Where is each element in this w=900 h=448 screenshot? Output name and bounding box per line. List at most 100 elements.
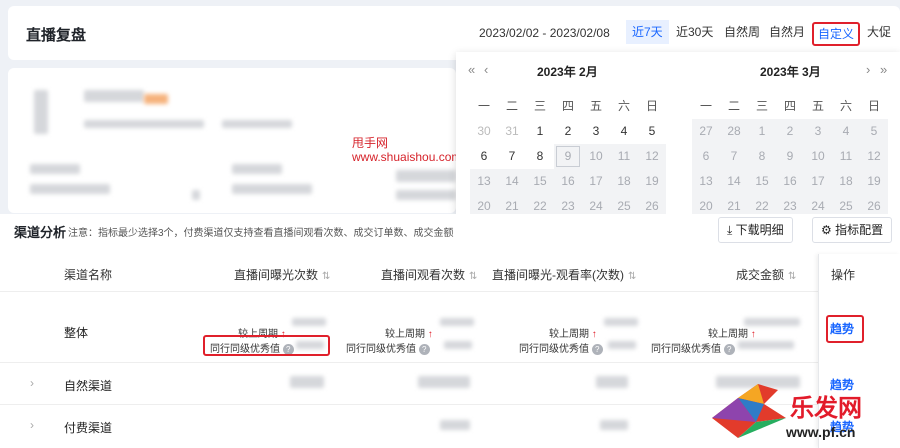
- sort-icon[interactable]: ⇅: [788, 271, 796, 282]
- logo-text: 乐发网: [790, 393, 862, 422]
- tab-natural-week[interactable]: 自然周: [718, 20, 766, 44]
- expand-chevron-icon[interactable]: ›: [30, 376, 34, 390]
- col-label: 直播间曝光次数: [234, 268, 319, 282]
- weekday: 五: [811, 99, 824, 113]
- col-rate[interactable]: 直播间曝光-观看率(次数) ⇅: [492, 266, 636, 283]
- day-cell[interactable]: 8: [526, 144, 554, 169]
- day-cell[interactable]: 6: [470, 144, 498, 169]
- weekday: 一: [699, 99, 712, 113]
- day-cell: 26: [860, 194, 888, 214]
- row-overall-name: 整体: [64, 326, 89, 340]
- day-cell: 12: [638, 144, 666, 169]
- day-cell[interactable]: 7: [498, 144, 526, 169]
- weekday: 日: [645, 99, 658, 113]
- date-range-display[interactable]: 2023/02/02 - 2023/02/08: [479, 26, 610, 40]
- day-cell: 20: [470, 194, 498, 214]
- day-cell: 19: [860, 169, 888, 194]
- live-review-page: 直播复盘 2023/02/02 - 2023/02/08 近7天 近30天 自然…: [0, 0, 900, 448]
- day-cell: 6: [692, 144, 720, 169]
- sort-icon[interactable]: ⇅: [322, 271, 330, 282]
- day-cell[interactable]: 4: [610, 119, 638, 144]
- next-year-icon[interactable]: »: [880, 62, 887, 77]
- peer-label: 同行同级优秀值: [519, 344, 589, 355]
- metric-config-label: 指标配置: [835, 223, 884, 237]
- watermark-url: www.shuaishou.com: [352, 150, 462, 164]
- day-cell[interactable]: 1: [526, 119, 554, 144]
- row-paid-name: 付费渠道: [64, 421, 113, 435]
- next-month-icon[interactable]: ›: [866, 62, 870, 77]
- arrow-up-icon: ↑: [591, 329, 597, 340]
- expand-chevron-icon[interactable]: ›: [30, 418, 34, 432]
- row-natural-name: 自然渠道: [64, 379, 113, 393]
- day-cell: 22: [526, 194, 554, 214]
- col-label: 直播间曝光-观看率(次数): [492, 268, 624, 282]
- download-button[interactable]: ⤓ 下载明细: [718, 217, 793, 243]
- day-cell: 20: [692, 194, 720, 214]
- day-cell: 12: [860, 144, 888, 169]
- day-cell: 19: [638, 169, 666, 194]
- day-cell: 24: [804, 194, 832, 214]
- day-cell[interactable]: 2: [554, 119, 582, 144]
- day-cell: 18: [832, 169, 860, 194]
- day-cell: 28: [720, 119, 748, 144]
- day-cell: 22: [748, 194, 776, 214]
- help-icon[interactable]: ?: [418, 343, 430, 355]
- tab-promotion[interactable]: 大促: [861, 20, 897, 44]
- weekday: 二: [505, 99, 518, 113]
- col-channel-name: 渠道名称: [64, 268, 113, 282]
- day-cell: 23: [776, 194, 804, 214]
- sort-icon[interactable]: ⇅: [469, 271, 477, 282]
- weekday: 六: [839, 99, 852, 113]
- download-label: 下载明细: [735, 223, 784, 237]
- col-operation: 操作: [831, 268, 856, 282]
- day-cell: 8: [748, 144, 776, 169]
- col-views[interactable]: 直播间观看次数 ⇅: [381, 266, 477, 283]
- day-cell: 13: [470, 169, 498, 194]
- day-cell: 3: [804, 119, 832, 144]
- prev-year-icon[interactable]: «: [468, 62, 475, 77]
- row-divider: [0, 404, 818, 405]
- compare-prev-period: 较上周期 ↑: [385, 325, 433, 340]
- day-cell: 30: [477, 124, 491, 138]
- help-icon[interactable]: ?: [591, 343, 603, 355]
- day-cell: 13: [692, 169, 720, 194]
- peer-label: 同行同级优秀值: [651, 344, 721, 355]
- day-cell: 2: [776, 119, 804, 144]
- peer-best-value: 同行同级优秀值 ?: [346, 340, 430, 355]
- day-cell: 26: [638, 194, 666, 214]
- metric-config-button[interactable]: ⚙ 指标配置: [812, 217, 893, 243]
- day-cell: 25: [610, 194, 638, 214]
- highlight-box: [203, 335, 330, 356]
- compare-label: 较上周期: [708, 329, 748, 340]
- prev-month-icon[interactable]: ‹: [484, 62, 488, 77]
- col-exposure[interactable]: 直播间曝光次数 ⇅: [234, 266, 330, 283]
- day-cell: 15: [748, 169, 776, 194]
- help-icon[interactable]: ?: [723, 343, 735, 355]
- weekday: 三: [533, 99, 546, 113]
- day-cell: 5: [860, 119, 888, 144]
- tab-last-7-days[interactable]: 近7天: [626, 20, 669, 44]
- weekday: 五: [589, 99, 602, 113]
- tab-natural-month[interactable]: 自然月: [763, 20, 811, 44]
- weekday-header: 一 二 三 四 五 六 日: [692, 94, 888, 119]
- weekday-header: 一 二 三 四 五 六 日: [470, 94, 666, 119]
- row-divider: [0, 362, 818, 363]
- day-cell: 4: [832, 119, 860, 144]
- day-cell: 18: [610, 169, 638, 194]
- peer-best-value: 同行同级优秀值 ?: [651, 340, 735, 355]
- left-calendar-grid: 一 二 三 四 五 六 日 30 31 1 2 3 4 5 6 7 8 9 10…: [470, 94, 666, 214]
- day-cell[interactable]: 3: [582, 119, 610, 144]
- sort-icon[interactable]: ⇅: [628, 271, 636, 282]
- weekday: 四: [783, 99, 796, 113]
- tab-custom[interactable]: 自定义: [812, 22, 861, 46]
- day-cell[interactable]: 5: [638, 119, 666, 144]
- logo-bird-icon: [712, 384, 786, 438]
- peer-label: 同行同级优秀值: [346, 344, 416, 355]
- col-label: 成交金额: [736, 268, 785, 282]
- compare-prev-period: 较上周期 ↑: [708, 325, 756, 340]
- col-gmv[interactable]: 成交金额 ⇅: [736, 266, 796, 283]
- tab-last-30-days[interactable]: 近30天: [670, 20, 719, 44]
- weekday: 六: [617, 99, 630, 113]
- peer-best-value: 同行同级优秀值 ?: [519, 340, 603, 355]
- day-cell: 25: [832, 194, 860, 214]
